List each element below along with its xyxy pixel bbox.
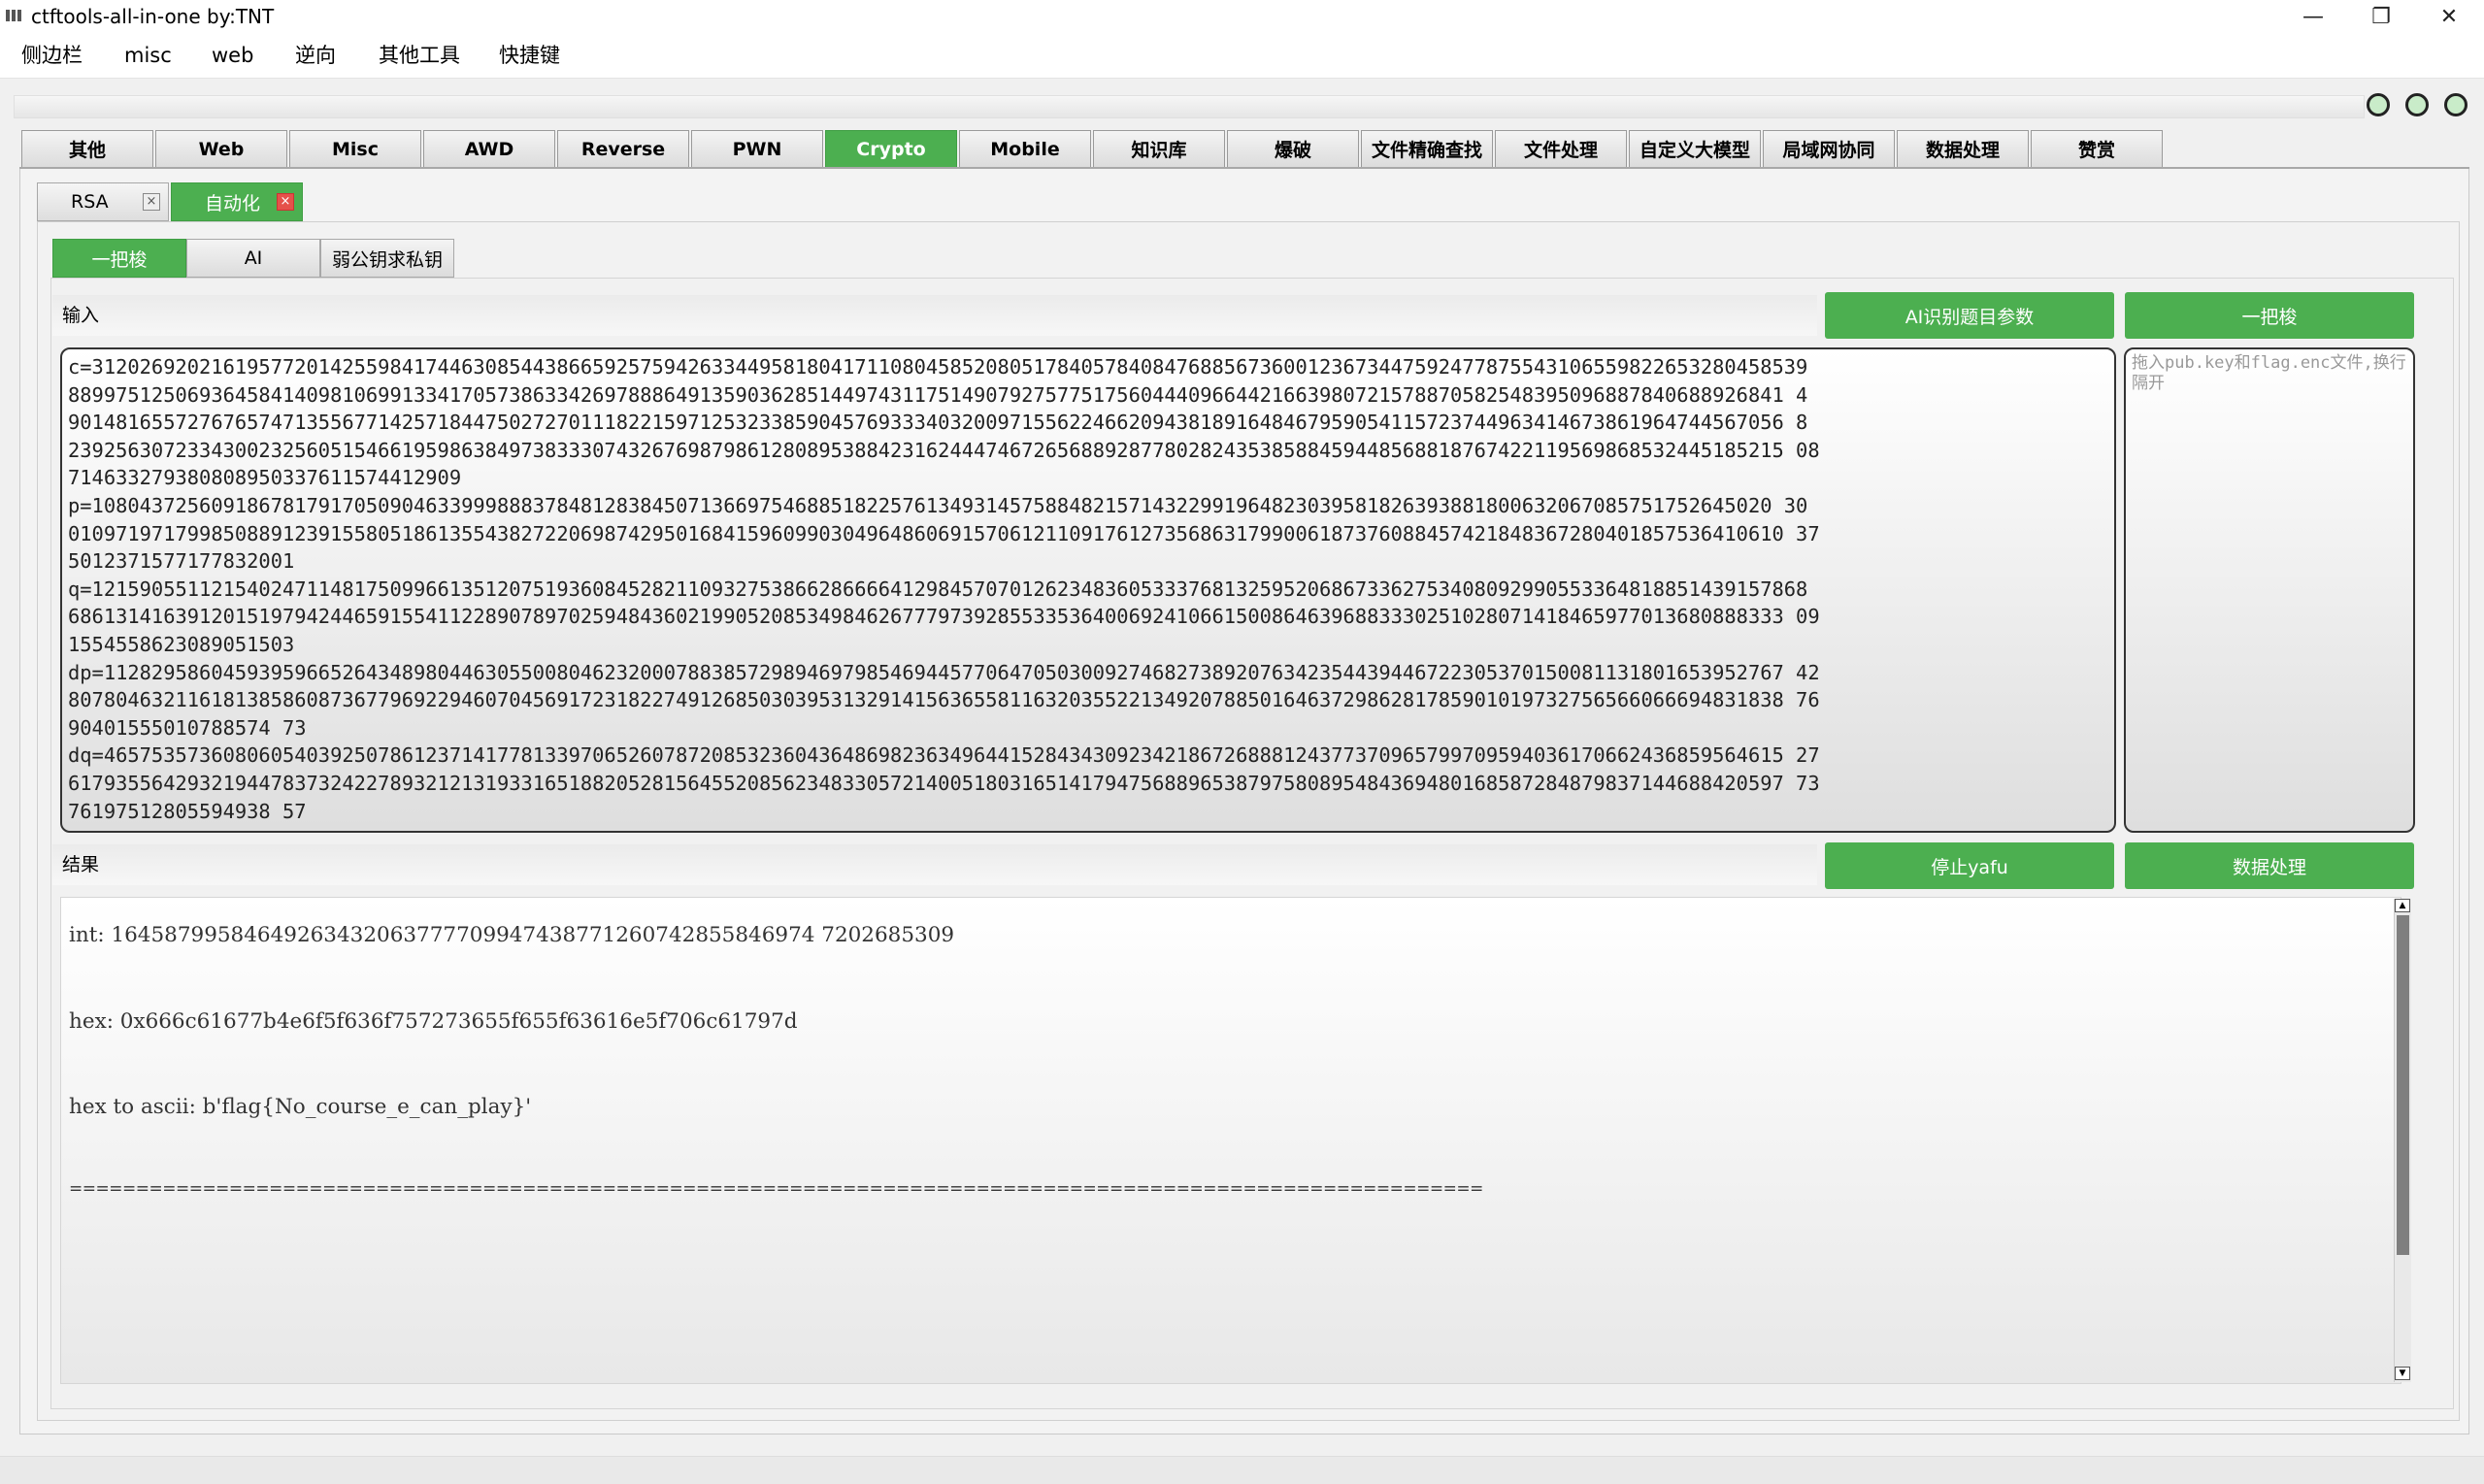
innertab-weak-key[interactable]: 弱公钥求私钥 [320,239,454,278]
result-separator: ========================================… [69,1179,1483,1199]
one-shot-button[interactable]: 一把梭 [2125,292,2414,339]
result-textarea[interactable]: int: 16458799584649263432063777709947438… [60,897,2401,1384]
result-hex-line: hex: 0x666c61677b4e6f5f636f757273655f655… [69,1009,798,1034]
menu-bar: 侧边栏 misc web 逆向 其他工具 快捷键 [0,33,2484,79]
innertab-one-shot[interactable]: 一把梭 [52,239,186,278]
tab-knowledge-base[interactable]: 知识库 [1093,130,1225,167]
tab-misc[interactable]: Misc [289,130,421,167]
innertab-ai[interactable]: AI [186,239,320,278]
close-icon[interactable]: × [277,193,294,211]
stop-yafu-button[interactable]: 停止yafu [1825,842,2114,889]
scroll-up-icon[interactable]: ▲ [2395,899,2410,912]
close-icon[interactable]: × [143,193,160,211]
tab-reverse[interactable]: Reverse [557,130,689,167]
result-ascii-line: hex to ascii: b'flag{No_course_e_can_pla… [69,1095,532,1119]
scroll-down-icon[interactable]: ▼ [2395,1367,2410,1380]
tab-lan-collab[interactable]: 局域网协同 [1763,130,1895,167]
tab-web[interactable]: Web [155,130,287,167]
minimize-button[interactable]: — [2279,0,2347,33]
toolbar-strip [14,95,2365,118]
menu-web[interactable]: web [212,41,253,70]
tab-pwn[interactable]: PWN [691,130,823,167]
close-button[interactable]: ✕ [2415,0,2483,33]
ai-identify-button[interactable]: AI识别题目参数 [1825,292,2114,339]
subtab-label: 自动化 [205,192,261,214]
status-bar [0,1456,2484,1484]
tab-mobile[interactable]: Mobile [959,130,1091,167]
tab-bruteforce[interactable]: 爆破 [1227,130,1359,167]
tab-awd[interactable]: AWD [423,130,555,167]
window-title: ctftools-all-in-one by:TNT [31,5,275,28]
menu-sidebar[interactable]: 侧边栏 [21,41,83,70]
menu-misc[interactable]: misc [124,41,172,70]
result-label: 结果 [52,844,1817,885]
input-label: 输入 [52,295,1817,336]
menu-reverse[interactable]: 逆向 [295,41,336,70]
drop-placeholder: 拖入pub.key和flag.enc文件,换行隔开 [2132,353,2406,393]
tab-custom-llm[interactable]: 自定义大模型 [1629,130,1761,167]
file-drop-textarea[interactable]: 拖入pub.key和flag.enc文件,换行隔开 [2124,347,2415,833]
menu-other-tools[interactable]: 其他工具 [379,41,460,70]
tab-file-search[interactable]: 文件精确查找 [1361,130,1493,167]
scroll-thumb[interactable] [2397,915,2409,1255]
status-circle-icon[interactable] [2444,93,2467,116]
title-bar: ctftools-all-in-one by:TNT — ❐ ✕ [0,0,2484,33]
status-circle-icon[interactable] [2405,93,2429,116]
input-textarea[interactable]: c=31202692021619577201425598417446308544… [60,347,2116,833]
subtab-label: RSA [71,191,109,213]
subtab-rsa[interactable]: RSA × [37,182,169,221]
result-int-line: int: 16458799584649263432063777709947438… [69,923,955,947]
status-circle-icon[interactable] [2367,93,2390,116]
input-content: c=31202692021619577201425598417446308544… [68,355,1820,823]
tab-file-processing[interactable]: 文件处理 [1495,130,1627,167]
tab-other[interactable]: 其他 [21,130,153,167]
subtab-automation[interactable]: 自动化 × [171,182,303,221]
data-processing-button[interactable]: 数据处理 [2125,842,2414,889]
tab-crypto[interactable]: Crypto [825,130,957,167]
maximize-button[interactable]: ❐ [2347,0,2415,33]
tab-data-processing[interactable]: 数据处理 [1897,130,2029,167]
menu-shortcuts[interactable]: 快捷键 [499,41,560,70]
tab-donate[interactable]: 赞赏 [2031,130,2163,167]
app-icon [6,10,23,21]
